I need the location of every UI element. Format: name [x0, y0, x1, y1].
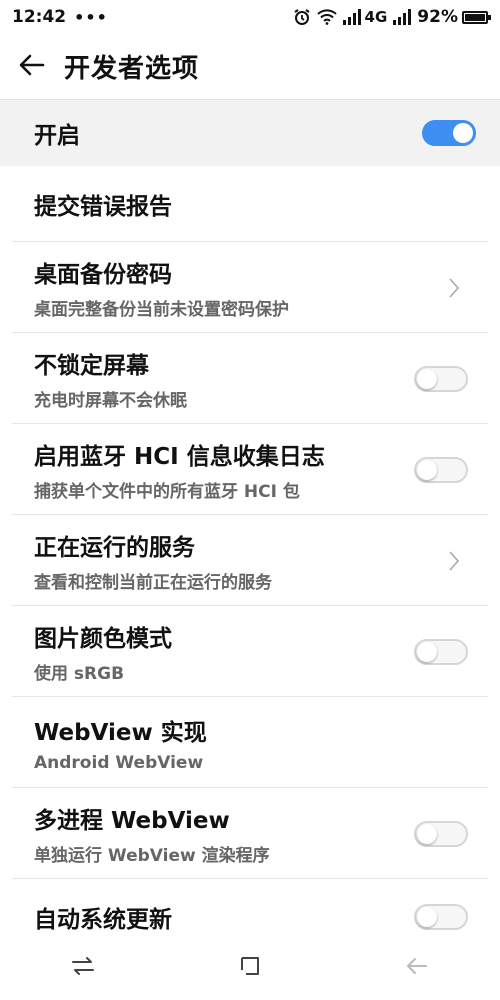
wifi-icon	[316, 9, 337, 25]
status-dots: •••	[74, 7, 108, 27]
battery-icon	[462, 10, 491, 24]
auto-update-toggle[interactable]	[414, 904, 468, 930]
chevron-right-icon	[444, 550, 464, 571]
battery-status: 92%	[417, 7, 491, 27]
item-subtitle: 桌面完整备份当前未设置密码保护	[34, 300, 289, 320]
navigation-bar	[0, 936, 500, 1000]
settings-list: 提交错误报告 桌面备份密码 桌面完整备份当前未设置密码保护 不锁定屏幕 充电时屏…	[0, 166, 500, 955]
item-title: 启用蓝牙 HCI 信息收集日志	[34, 444, 325, 470]
alarm-icon	[293, 8, 311, 26]
color-mode-toggle[interactable]	[414, 638, 468, 665]
item-title: 多进程 WebView	[34, 808, 230, 834]
list-item-running-services[interactable]: 正在运行的服务 查看和控制当前正在运行的服务	[0, 515, 500, 606]
stay-awake-toggle[interactable]	[414, 365, 468, 392]
item-title: WebView 实现	[34, 719, 207, 746]
list-item-color-mode[interactable]: 图片颜色模式 使用 sRGB	[0, 606, 500, 697]
app-bar: 开发者选项	[0, 34, 500, 100]
master-switch-label: 开启	[34, 123, 80, 149]
item-title: 提交错误报告	[34, 194, 172, 220]
item-subtitle: 捕获单个文件中的所有蓝牙 HCI 包	[34, 482, 300, 502]
cell-signal-icon	[342, 9, 361, 25]
back-nav-button[interactable]	[387, 943, 447, 993]
list-item-stay-awake[interactable]: 不锁定屏幕 充电时屏幕不会休眠	[0, 333, 500, 424]
item-title: 图片颜色模式	[34, 626, 172, 652]
item-subtitle: 使用 sRGB	[34, 664, 125, 684]
switch-icon	[71, 956, 95, 980]
master-toggle[interactable]	[422, 120, 476, 146]
status-time: 12:42	[12, 7, 67, 27]
status-right: 4G 92%	[293, 7, 491, 27]
list-item-webview-impl[interactable]: WebView 实现 Android WebView	[0, 697, 500, 788]
item-title: 不锁定屏幕	[34, 353, 149, 379]
status-left: 12:42 •••	[12, 7, 108, 27]
item-subtitle: 单独运行 WebView 渲染程序	[34, 846, 270, 866]
home-button[interactable]	[220, 943, 280, 993]
list-item-multiprocess-webview[interactable]: 多进程 WebView 单独运行 WebView 渲染程序	[0, 788, 500, 879]
bt-hci-log-toggle[interactable]	[414, 456, 468, 483]
network-type: 4G	[364, 8, 388, 26]
list-item-bug-report[interactable]: 提交错误报告	[0, 166, 500, 242]
home-square-icon	[239, 955, 261, 981]
back-button[interactable]	[0, 34, 64, 100]
master-switch-row[interactable]: 开启	[0, 100, 500, 166]
list-item-backup-password[interactable]: 桌面备份密码 桌面完整备份当前未设置密码保护	[0, 242, 500, 333]
back-arrow-icon	[19, 54, 45, 80]
page-title: 开发者选项	[64, 54, 200, 84]
item-subtitle: Android WebView	[34, 752, 204, 773]
cell-signal-icon	[393, 9, 412, 25]
item-title: 正在运行的服务	[34, 535, 195, 561]
item-subtitle: 充电时屏幕不会休眠	[34, 391, 187, 411]
list-item-bt-hci-log[interactable]: 启用蓝牙 HCI 信息收集日志 捕获单个文件中的所有蓝牙 HCI 包	[0, 424, 500, 515]
recent-apps-button[interactable]	[53, 943, 113, 993]
multiprocess-webview-toggle[interactable]	[414, 820, 468, 847]
chevron-right-icon	[444, 277, 464, 298]
battery-percent: 92%	[417, 7, 458, 27]
status-bar: 12:42 ••• 4G 92%	[0, 0, 500, 34]
item-subtitle: 查看和控制当前正在运行的服务	[34, 573, 272, 593]
back-icon	[406, 956, 428, 980]
item-title: 桌面备份密码	[34, 262, 172, 288]
item-title: 自动系统更新	[34, 907, 172, 933]
